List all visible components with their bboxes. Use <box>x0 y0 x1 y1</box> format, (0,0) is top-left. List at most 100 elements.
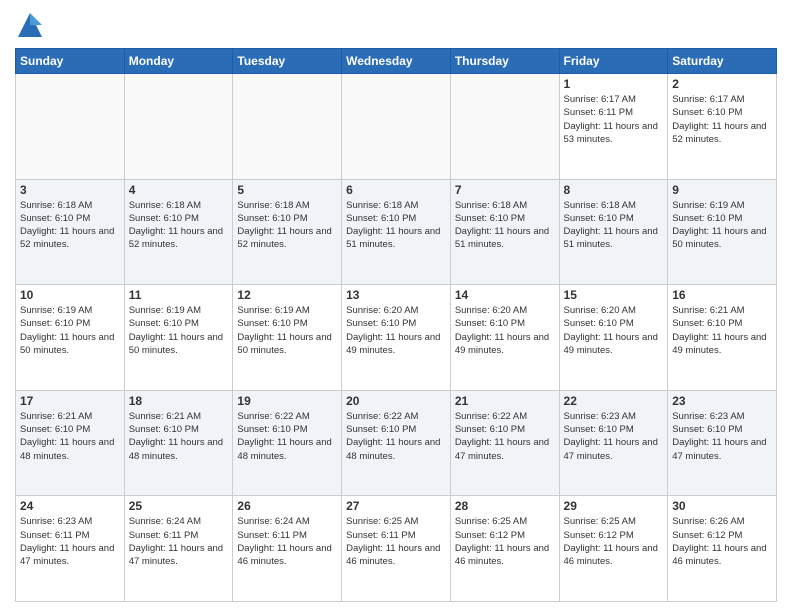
calendar-cell: 28Sunrise: 6:25 AMSunset: 6:12 PMDayligh… <box>450 496 559 602</box>
day-number: 17 <box>20 394 120 408</box>
calendar-cell: 27 Sunrise: 6:25 AMSunset: 6:11 PMDayligh… <box>342 496 451 602</box>
day-number: 27 <box>346 499 446 513</box>
calendar-cell: 24 Sunrise: 6:23 AMSunset: 6:11 PMDayligh… <box>16 496 125 602</box>
calendar-cell: 1Sunrise: 6:17 AMSunset: 6:11 PMDaylight… <box>559 74 668 180</box>
calendar-header-row: SundayMondayTuesdayWednesdayThursdayFrid… <box>16 49 777 74</box>
calendar-cell: 15Sunrise: 6:20 AMSunset: 6:10 PMDayligh… <box>559 285 668 391</box>
day-info: Sunrise: 6:19 AMSunset: 6:10 PMDaylight:… <box>20 304 120 357</box>
calendar-cell <box>450 74 559 180</box>
day-info: Sunrise: 6:23 AMSunset: 6:10 PMDaylight:… <box>564 410 664 463</box>
day-number: 18 <box>129 394 229 408</box>
day-info: Sunrise: 6:23 AMSunset: 6:10 PMDaylight:… <box>672 410 772 463</box>
calendar-week-row: 1Sunrise: 6:17 AMSunset: 6:11 PMDaylight… <box>16 74 777 180</box>
calendar-cell: 8Sunrise: 6:18 AMSunset: 6:10 PMDaylight… <box>559 179 668 285</box>
calendar-cell: 21 Sunrise: 6:22 AMSunset: 6:10 PMDayligh… <box>450 390 559 496</box>
calendar-table: SundayMondayTuesdayWednesdayThursdayFrid… <box>15 48 777 602</box>
day-info: Sunrise: 6:23 AMSunset: 6:11 PMDaylight:… <box>20 515 120 568</box>
day-number: 6 <box>346 183 446 197</box>
day-number: 30 <box>672 499 772 513</box>
day-info: Sunrise: 6:17 AMSunset: 6:11 PMDaylight:… <box>564 93 664 146</box>
day-number: 12 <box>237 288 337 302</box>
calendar-cell: 23 Sunrise: 6:23 AMSunset: 6:10 PMDayligh… <box>668 390 777 496</box>
day-number: 24 <box>20 499 120 513</box>
day-info: Sunrise: 6:21 AMSunset: 6:10 PMDaylight:… <box>672 304 772 357</box>
day-number: 10 <box>20 288 120 302</box>
header <box>15 10 777 40</box>
calendar-cell: 19 Sunrise: 6:22 AMSunset: 6:10 PMDayligh… <box>233 390 342 496</box>
day-info: Sunrise: 6:22 AMSunset: 6:10 PMDaylight:… <box>237 410 337 463</box>
calendar-cell: 7 Sunrise: 6:18 AMSunset: 6:10 PMDaylight… <box>450 179 559 285</box>
page: SundayMondayTuesdayWednesdayThursdayFrid… <box>0 0 792 612</box>
day-number: 29 <box>564 499 664 513</box>
day-info: Sunrise: 6:26 AMSunset: 6:12 PMDaylight:… <box>672 515 772 568</box>
day-info: Sunrise: 6:25 AMSunset: 6:12 PMDaylight:… <box>455 515 555 568</box>
day-number: 21 <box>455 394 555 408</box>
day-info: Sunrise: 6:24 AMSunset: 6:11 PMDaylight:… <box>129 515 229 568</box>
calendar-cell: 3 Sunrise: 6:18 AMSunset: 6:10 PMDaylight… <box>16 179 125 285</box>
calendar-header-monday: Monday <box>124 49 233 74</box>
calendar-cell: 30 Sunrise: 6:26 AMSunset: 6:12 PMDayligh… <box>668 496 777 602</box>
day-info: Sunrise: 6:21 AMSunset: 6:10 PMDaylight:… <box>20 410 120 463</box>
day-info: Sunrise: 6:19 AMSunset: 6:10 PMDaylight:… <box>129 304 229 357</box>
calendar-cell: 13Sunrise: 6:20 AMSunset: 6:10 PMDayligh… <box>342 285 451 391</box>
day-number: 19 <box>237 394 337 408</box>
day-info: Sunrise: 6:20 AMSunset: 6:10 PMDaylight:… <box>455 304 555 357</box>
calendar-cell: 18 Sunrise: 6:21 AMSunset: 6:10 PMDayligh… <box>124 390 233 496</box>
calendar-cell <box>233 74 342 180</box>
day-number: 23 <box>672 394 772 408</box>
calendar-week-row: 10 Sunrise: 6:19 AMSunset: 6:10 PMDayligh… <box>16 285 777 391</box>
day-number: 14 <box>455 288 555 302</box>
calendar-cell: 5 Sunrise: 6:18 AMSunset: 6:10 PMDaylight… <box>233 179 342 285</box>
calendar-header-saturday: Saturday <box>668 49 777 74</box>
day-info: Sunrise: 6:18 AMSunset: 6:10 PMDaylight:… <box>455 199 555 252</box>
day-info: Sunrise: 6:25 AMSunset: 6:11 PMDaylight:… <box>346 515 446 568</box>
calendar-cell: 20Sunrise: 6:22 AMSunset: 6:10 PMDayligh… <box>342 390 451 496</box>
day-number: 8 <box>564 183 664 197</box>
calendar-cell <box>16 74 125 180</box>
calendar-cell: 10 Sunrise: 6:19 AMSunset: 6:10 PMDayligh… <box>16 285 125 391</box>
calendar-header-friday: Friday <box>559 49 668 74</box>
day-info: Sunrise: 6:18 AMSunset: 6:10 PMDaylight:… <box>237 199 337 252</box>
day-info: Sunrise: 6:19 AMSunset: 6:10 PMDaylight:… <box>672 199 772 252</box>
day-number: 15 <box>564 288 664 302</box>
calendar-header-wednesday: Wednesday <box>342 49 451 74</box>
day-number: 5 <box>237 183 337 197</box>
calendar-cell: 29 Sunrise: 6:25 AMSunset: 6:12 PMDayligh… <box>559 496 668 602</box>
logo-icon <box>15 10 45 40</box>
day-number: 22 <box>564 394 664 408</box>
calendar-cell <box>342 74 451 180</box>
day-number: 2 <box>672 77 772 91</box>
day-number: 16 <box>672 288 772 302</box>
day-info: Sunrise: 6:20 AMSunset: 6:10 PMDaylight:… <box>346 304 446 357</box>
calendar-header-tuesday: Tuesday <box>233 49 342 74</box>
day-info: Sunrise: 6:22 AMSunset: 6:10 PMDaylight:… <box>455 410 555 463</box>
calendar-cell: 26Sunrise: 6:24 AMSunset: 6:11 PMDayligh… <box>233 496 342 602</box>
calendar-cell: 2 Sunrise: 6:17 AMSunset: 6:10 PMDaylight… <box>668 74 777 180</box>
calendar-cell: 4 Sunrise: 6:18 AMSunset: 6:10 PMDaylight… <box>124 179 233 285</box>
day-info: Sunrise: 6:19 AMSunset: 6:10 PMDaylight:… <box>237 304 337 357</box>
day-number: 25 <box>129 499 229 513</box>
day-number: 20 <box>346 394 446 408</box>
day-info: Sunrise: 6:17 AMSunset: 6:10 PMDaylight:… <box>672 93 772 146</box>
logo <box>15 10 47 40</box>
calendar-cell: 9Sunrise: 6:19 AMSunset: 6:10 PMDaylight… <box>668 179 777 285</box>
calendar-cell: 11Sunrise: 6:19 AMSunset: 6:10 PMDayligh… <box>124 285 233 391</box>
day-info: Sunrise: 6:18 AMSunset: 6:10 PMDaylight:… <box>129 199 229 252</box>
day-number: 3 <box>20 183 120 197</box>
calendar-header-thursday: Thursday <box>450 49 559 74</box>
day-info: Sunrise: 6:18 AMSunset: 6:10 PMDaylight:… <box>346 199 446 252</box>
calendar-week-row: 3 Sunrise: 6:18 AMSunset: 6:10 PMDaylight… <box>16 179 777 285</box>
day-number: 4 <box>129 183 229 197</box>
calendar-cell: 6 Sunrise: 6:18 AMSunset: 6:10 PMDaylight… <box>342 179 451 285</box>
calendar-cell: 17 Sunrise: 6:21 AMSunset: 6:10 PMDayligh… <box>16 390 125 496</box>
calendar-cell <box>124 74 233 180</box>
day-info: Sunrise: 6:25 AMSunset: 6:12 PMDaylight:… <box>564 515 664 568</box>
calendar-cell: 12 Sunrise: 6:19 AMSunset: 6:10 PMDayligh… <box>233 285 342 391</box>
calendar-cell: 14 Sunrise: 6:20 AMSunset: 6:10 PMDayligh… <box>450 285 559 391</box>
day-info: Sunrise: 6:24 AMSunset: 6:11 PMDaylight:… <box>237 515 337 568</box>
calendar-week-row: 17 Sunrise: 6:21 AMSunset: 6:10 PMDayligh… <box>16 390 777 496</box>
day-number: 7 <box>455 183 555 197</box>
day-info: Sunrise: 6:18 AMSunset: 6:10 PMDaylight:… <box>20 199 120 252</box>
day-info: Sunrise: 6:21 AMSunset: 6:10 PMDaylight:… <box>129 410 229 463</box>
calendar-cell: 25 Sunrise: 6:24 AMSunset: 6:11 PMDayligh… <box>124 496 233 602</box>
